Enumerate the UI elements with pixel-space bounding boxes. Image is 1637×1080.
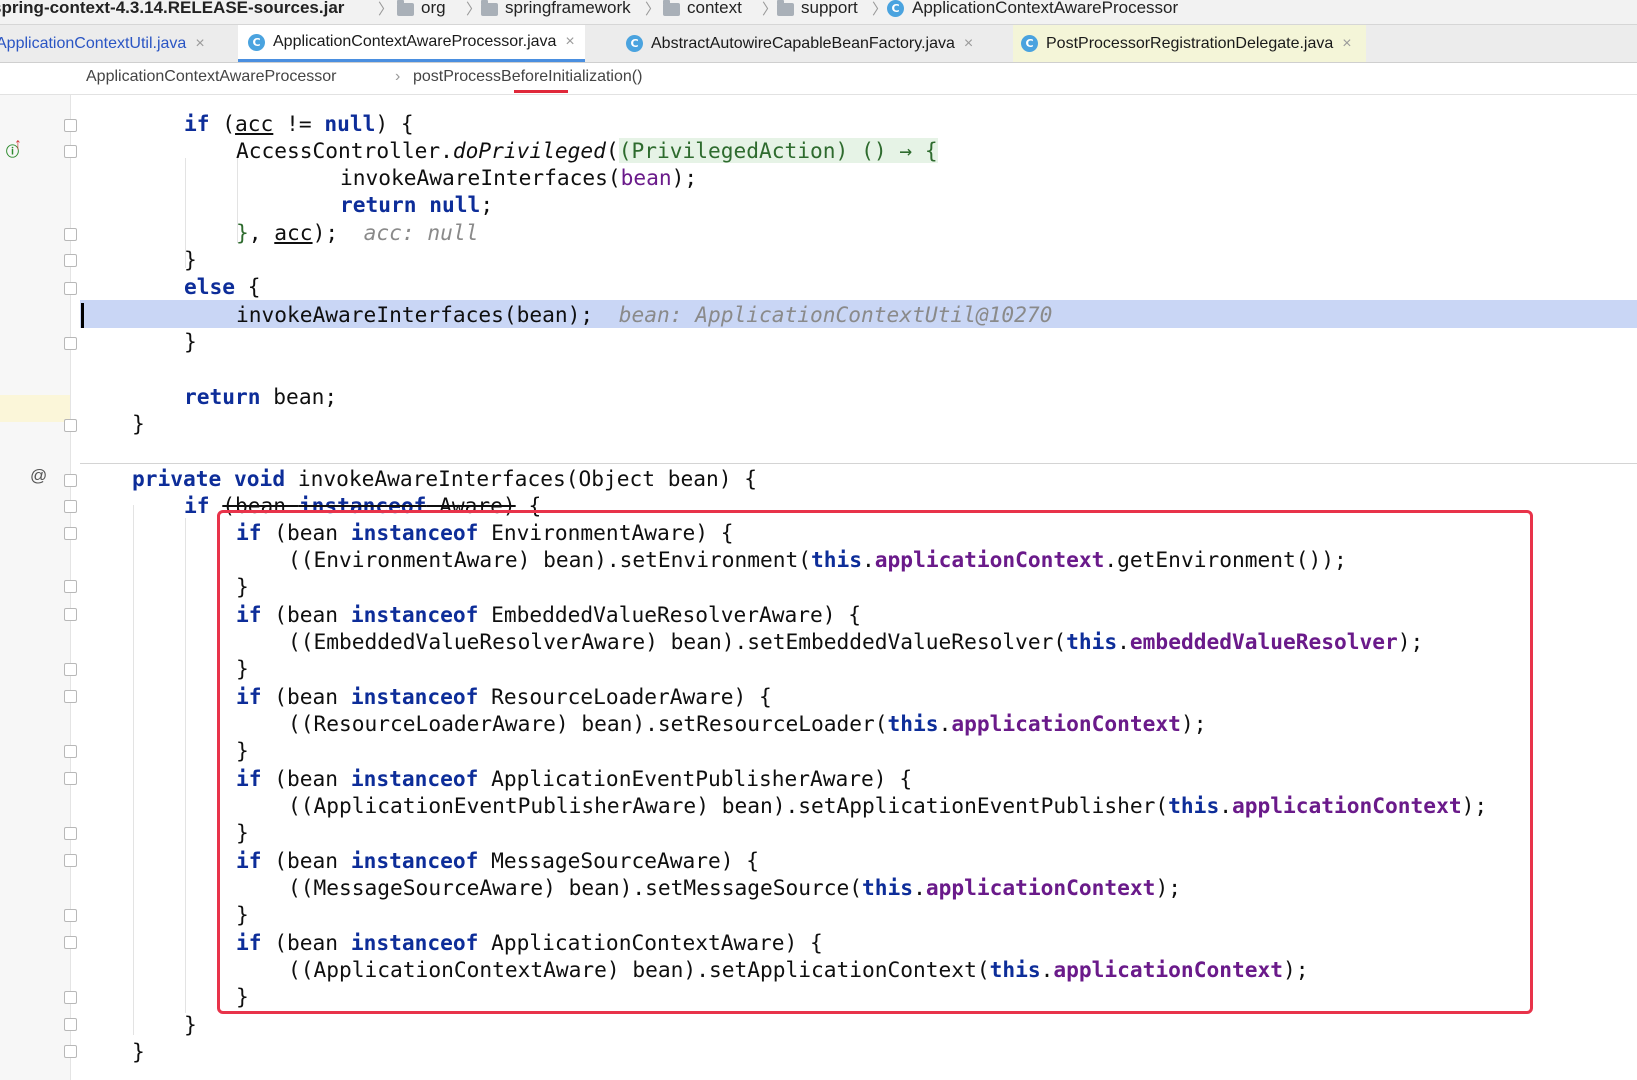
code-line: invokeAwareInterfaces(bean); bean: Appli… <box>236 302 1053 327</box>
indent-guide <box>133 505 134 1035</box>
tab-label: AbstractAutowireCapableBeanFactory.java <box>651 34 955 52</box>
breadcrumb-springframework-label: springframework <box>505 0 631 17</box>
debug-value-hint: acc: null <box>363 220 479 245</box>
breadcrumb-org[interactable]: org <box>397 0 446 18</box>
code-line: return null; <box>340 192 494 217</box>
folder-icon <box>481 0 498 16</box>
code-line: AccessController.doPrivileged((Privilege… <box>236 138 938 163</box>
class-icon: C <box>1021 35 1038 52</box>
fold-marker-icon[interactable] <box>64 1018 77 1031</box>
tab-abstract-autowire-capable-bean-factory[interactable]: C AbstractAutowireCapableBeanFactory.java… <box>618 25 973 62</box>
fold-marker-icon[interactable] <box>64 772 77 785</box>
breadcrumb-separator: 〉 <box>378 1 394 18</box>
code-line: else { <box>184 274 261 299</box>
indent-guide <box>185 518 186 1013</box>
fold-marker-icon[interactable] <box>64 500 77 513</box>
highlight-annotation-box <box>217 510 1533 1014</box>
code-line: private void invokeAwareInterfaces(Objec… <box>132 466 758 491</box>
breadcrumb-context[interactable]: context <box>663 0 742 18</box>
breadcrumb-context-label: context <box>687 0 742 17</box>
code-line: } <box>184 329 197 354</box>
fold-marker-icon[interactable] <box>64 282 77 295</box>
fold-marker-icon[interactable] <box>64 580 77 593</box>
breadcrumb-separator: 〉 <box>762 1 778 18</box>
close-icon[interactable]: × <box>195 35 204 53</box>
fold-marker-icon[interactable] <box>64 608 77 621</box>
breadcrumb-separator: 〉 <box>645 1 661 18</box>
arrow-up-icon[interactable]: ↑ <box>14 136 22 154</box>
structure-breadcrumb: ApplicationContextAwareProcessor › postP… <box>0 63 1637 95</box>
code-line: } <box>184 1012 197 1037</box>
tab-label: PostProcessorRegistrationDelegate.java <box>1046 34 1334 52</box>
fold-marker-icon[interactable] <box>64 254 77 267</box>
structure-separator: › <box>395 68 401 85</box>
fold-marker-icon[interactable] <box>64 909 77 922</box>
fold-marker-icon[interactable] <box>64 1045 77 1058</box>
method-separator <box>80 463 1637 464</box>
breadcrumb-jar[interactable]: spring-context-4.3.14.RELEASE-sources.ja… <box>0 0 344 18</box>
fold-marker-icon[interactable] <box>64 228 77 241</box>
folder-icon <box>397 0 414 16</box>
navigation-breadcrumb: spring-context-4.3.14.RELEASE-sources.ja… <box>0 0 1637 25</box>
fold-marker-icon[interactable] <box>64 745 77 758</box>
folder-icon <box>663 0 680 16</box>
breadcrumb-org-label: org <box>421 0 446 17</box>
code-line: if (acc != null) { <box>184 111 414 136</box>
breadcrumb-support-label: support <box>801 0 858 17</box>
fold-marker-icon[interactable] <box>64 991 77 1004</box>
code-line: } <box>184 247 197 272</box>
close-icon[interactable]: × <box>565 33 574 51</box>
tab-application-context-util[interactable]: ApplicationContextUtil.java × <box>0 25 228 62</box>
class-icon: C <box>248 33 265 51</box>
code-line: invokeAwareInterfaces(bean); <box>340 165 698 190</box>
code-line: } <box>132 411 145 436</box>
class-icon: C <box>626 35 643 52</box>
editor-gutter[interactable] <box>0 95 71 1080</box>
breadcrumb-class-label: ApplicationContextAwareProcessor <box>912 0 1179 17</box>
text-caret <box>81 303 84 328</box>
breadcrumb-support[interactable]: support <box>777 0 858 18</box>
tab-label: ApplicationContextUtil.java <box>0 34 187 52</box>
breadcrumb-jar-label: spring-context-4.3.14.RELEASE-sources.ja… <box>0 0 345 17</box>
tab-post-processor-registration-delegate[interactable]: C PostProcessorRegistrationDelegate.java × <box>1013 25 1366 62</box>
debug-value-hint: bean: ApplicationContextUtil@10270 <box>618 302 1053 327</box>
code-line: }, acc); acc: null <box>236 220 479 245</box>
fold-marker-icon[interactable] <box>64 119 77 132</box>
breadcrumb-class[interactable]: C ApplicationContextAwareProcessor <box>887 0 1178 18</box>
fold-marker-icon[interactable] <box>64 827 77 840</box>
breadcrumb-springframework[interactable]: springframework <box>481 0 631 18</box>
structure-class[interactable]: ApplicationContextAwareProcessor <box>86 68 337 86</box>
fold-marker-icon[interactable] <box>64 663 77 676</box>
tab-label: ApplicationContextAwareProcessor.java <box>273 33 557 50</box>
fold-marker-icon[interactable] <box>64 690 77 703</box>
fold-marker-icon[interactable] <box>64 474 77 487</box>
tab-application-context-aware-processor[interactable]: C ApplicationContextAwareProcessor.java × <box>238 25 585 62</box>
close-icon[interactable]: × <box>1342 35 1351 53</box>
fold-marker-icon[interactable] <box>64 527 77 540</box>
folder-icon <box>777 0 794 16</box>
breadcrumb-separator: 〉 <box>872 1 888 18</box>
annotation-marker-icon[interactable]: @ <box>30 466 47 486</box>
spelling-underline <box>514 90 568 93</box>
code-line: } <box>132 1039 145 1064</box>
structure-method[interactable]: postProcessBeforeInitialization() <box>413 68 642 86</box>
breadcrumb-separator: 〉 <box>466 1 482 18</box>
gutter-execution-highlight <box>0 395 70 422</box>
fold-marker-icon[interactable] <box>64 419 77 432</box>
fold-marker-icon[interactable] <box>64 936 77 949</box>
fold-marker-icon[interactable] <box>64 145 77 158</box>
editor-tab-bar: ApplicationContextUtil.java × C Applicatio… <box>0 25 1637 63</box>
fold-marker-icon[interactable] <box>64 337 77 350</box>
class-icon: C <box>887 0 904 17</box>
code-line: return bean; <box>184 384 338 409</box>
fold-marker-icon[interactable] <box>64 854 77 867</box>
close-icon[interactable]: × <box>964 35 973 53</box>
